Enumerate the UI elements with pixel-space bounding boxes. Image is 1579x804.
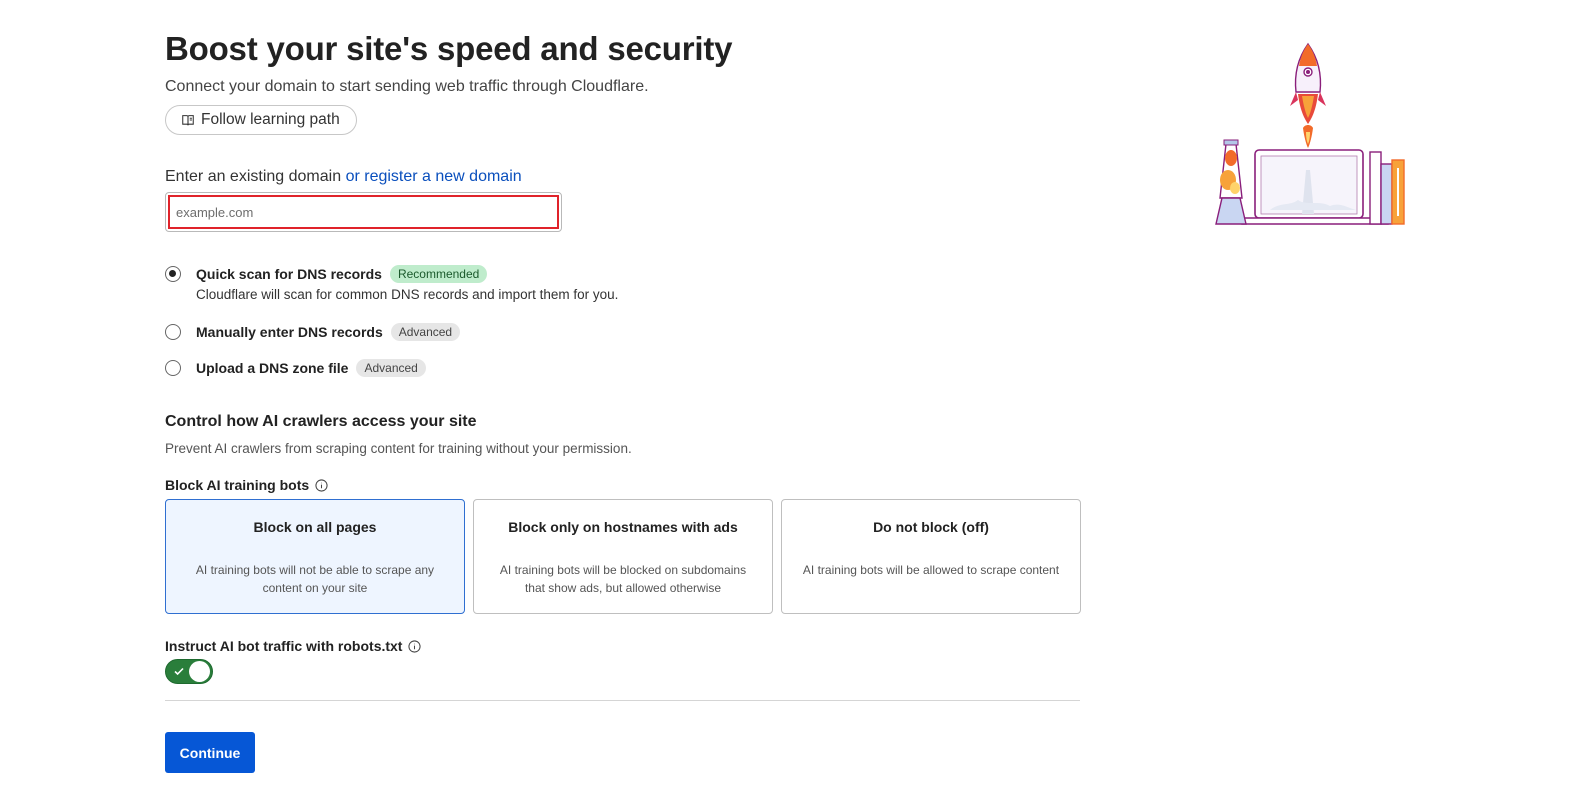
block-hostnames-with-ads-card[interactable]: Block only on hostnames with ads AI trai… — [473, 499, 773, 614]
domain-label-text: Enter an existing domain — [165, 168, 342, 185]
check-icon — [174, 667, 184, 676]
ai-crawlers-heading: Control how AI crawlers access your site — [165, 413, 477, 430]
manual-dns-label: Manually enter DNS records — [196, 324, 383, 340]
info-icon[interactable] — [315, 478, 328, 492]
page-subtitle: Connect your domain to start sending web… — [165, 78, 649, 95]
card-description: AI training bots will be allowed to scra… — [802, 563, 1060, 577]
card-title: Block only on hostnames with ads — [508, 519, 738, 535]
continue-button[interactable]: Continue — [165, 732, 255, 773]
learning-path-label: Follow learning path — [201, 111, 340, 128]
block-ai-label: Block AI training bots — [165, 477, 328, 493]
quick-scan-description: Cloudflare will scan for common DNS reco… — [196, 287, 619, 302]
quick-scan-label: Quick scan for DNS records — [196, 266, 382, 282]
page-title: Boost your site's speed and security — [165, 30, 733, 67]
recommended-badge: Recommended — [389, 265, 488, 283]
dns-option-quick-scan[interactable]: Quick scan for DNS records Recommended — [165, 265, 488, 283]
upload-zone-label: Upload a DNS zone file — [196, 360, 349, 376]
dns-option-upload[interactable]: Upload a DNS zone file Advanced — [165, 359, 426, 377]
robots-label-text: Instruct AI bot traffic with robots.txt — [165, 638, 403, 654]
do-not-block-card[interactable]: Do not block (off) AI training bots will… — [781, 499, 1081, 614]
follow-learning-path-button[interactable]: Follow learning path — [165, 105, 357, 135]
domain-input-wrapper — [165, 192, 562, 232]
robots-label: Instruct AI bot traffic with robots.txt — [165, 638, 422, 654]
advanced-badge: Advanced — [390, 323, 461, 341]
robots-toggle[interactable] — [165, 659, 213, 684]
card-title: Do not block (off) — [873, 519, 989, 535]
card-description: AI training bots will be blocked on subd… — [499, 563, 747, 595]
toggle-knob — [189, 661, 210, 682]
manual-dns-radio[interactable] — [165, 324, 181, 340]
info-icon[interactable] — [408, 639, 422, 653]
block-ai-options: Block on all pages AI training bots will… — [165, 499, 1081, 614]
card-title: Block on all pages — [253, 519, 377, 535]
quick-scan-radio[interactable] — [165, 266, 181, 282]
book-icon — [182, 115, 194, 126]
rocket-laptop-illustration — [1215, 42, 1405, 225]
block-ai-label-text: Block AI training bots — [165, 477, 310, 493]
block-all-pages-card[interactable]: Block on all pages AI training bots will… — [165, 499, 465, 614]
domain-input[interactable] — [176, 204, 557, 220]
domain-input-focus-ring — [168, 195, 559, 229]
domain-label: Enter an existing domain or register a n… — [165, 168, 522, 186]
register-domain-link[interactable]: or register a new domain — [346, 168, 522, 185]
divider — [165, 700, 1080, 701]
ai-crawlers-subheading: Prevent AI crawlers from scraping conten… — [165, 441, 632, 456]
dns-option-manual[interactable]: Manually enter DNS records Advanced — [165, 323, 461, 341]
advanced-badge: Advanced — [356, 359, 426, 377]
upload-zone-radio[interactable] — [165, 360, 181, 376]
card-description: AI training bots will not be able to scr… — [195, 563, 435, 595]
